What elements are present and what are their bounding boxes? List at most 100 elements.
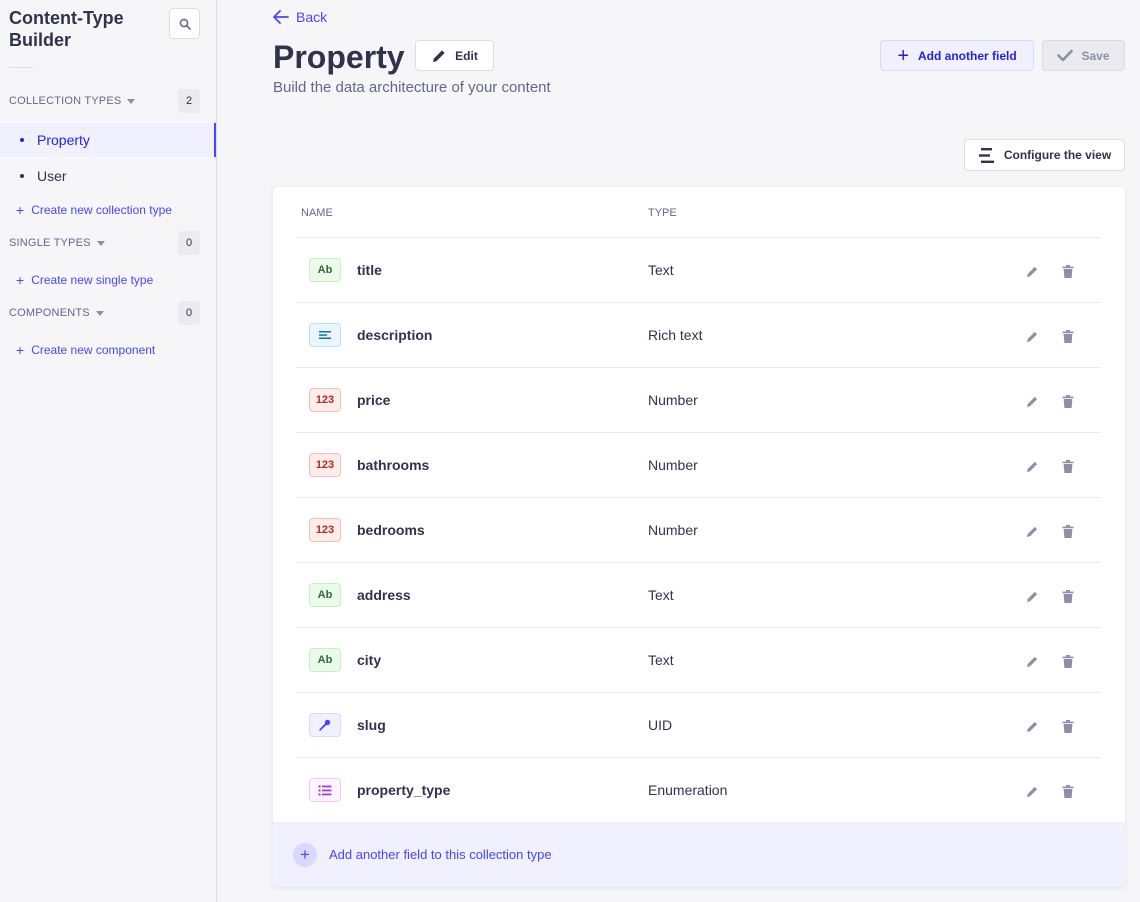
add-another-field-button[interactable]: + Add another field bbox=[880, 40, 1034, 71]
single-types-header[interactable]: SINGLE TYPES 0 bbox=[9, 231, 200, 255]
delete-field-button[interactable] bbox=[1059, 262, 1077, 280]
add-field-footer-label: Add another field to this collection typ… bbox=[329, 847, 552, 862]
list-icon bbox=[309, 778, 341, 802]
layout-icon bbox=[978, 147, 994, 163]
table-row[interactable]: description Rich text bbox=[296, 303, 1101, 368]
arrow-left-icon bbox=[273, 10, 289, 24]
save-label: Save bbox=[1081, 48, 1110, 63]
plus-icon: + bbox=[897, 44, 909, 67]
field-type: Text bbox=[648, 262, 674, 278]
pencil-icon bbox=[1026, 396, 1037, 407]
field-type: UID bbox=[648, 717, 673, 733]
delete-field-button[interactable] bbox=[1059, 327, 1077, 345]
page-title: Property bbox=[273, 39, 405, 75]
create-component-link[interactable]: + Create new component bbox=[16, 340, 155, 360]
edit-label: Edit bbox=[455, 48, 478, 63]
table-row[interactable]: slug UID bbox=[296, 693, 1101, 758]
delete-field-button[interactable] bbox=[1059, 522, 1077, 540]
delete-field-button[interactable] bbox=[1059, 717, 1077, 735]
field-name: property_type bbox=[357, 782, 451, 798]
number-field-icon: 123 bbox=[309, 388, 341, 412]
components-header[interactable]: COMPONENTS 0 bbox=[9, 301, 200, 325]
delete-field-button[interactable] bbox=[1059, 587, 1077, 605]
sidebar-item-label: Property bbox=[37, 132, 90, 148]
text-field-icon: Ab bbox=[309, 648, 341, 672]
edit-field-button[interactable] bbox=[1023, 457, 1041, 475]
create-single-type-link[interactable]: + Create new single type bbox=[16, 270, 153, 290]
table-row[interactable]: Ab city Text bbox=[296, 628, 1101, 693]
fields-table: NAME TYPE Ab title Text description Rich… bbox=[273, 187, 1125, 887]
field-name: price bbox=[357, 392, 391, 408]
trash-icon bbox=[1062, 329, 1074, 343]
table-row[interactable]: 123 price Number bbox=[296, 368, 1101, 433]
edit-field-button[interactable] bbox=[1023, 327, 1041, 345]
single-types-count: 0 bbox=[178, 231, 200, 255]
caret-down-icon bbox=[127, 98, 136, 104]
delete-field-button[interactable] bbox=[1059, 652, 1077, 670]
collection-types-label: COLLECTION TYPES bbox=[9, 95, 122, 107]
create-collection-type-label: Create new collection type bbox=[31, 203, 172, 217]
add-field-footer-button[interactable]: + Add another field to this collection t… bbox=[273, 822, 1125, 887]
pencil-icon bbox=[1026, 266, 1037, 277]
delete-field-button[interactable] bbox=[1059, 782, 1077, 800]
table-row[interactable]: 123 bedrooms Number bbox=[296, 498, 1101, 563]
pencil-icon bbox=[433, 49, 445, 62]
field-type: Text bbox=[648, 652, 674, 668]
create-collection-type-link[interactable]: + Create new collection type bbox=[16, 200, 172, 220]
trash-icon bbox=[1062, 394, 1074, 408]
edit-field-button[interactable] bbox=[1023, 652, 1041, 670]
search-icon bbox=[179, 18, 191, 30]
save-button[interactable]: Save bbox=[1042, 40, 1125, 71]
plus-icon: + bbox=[16, 342, 25, 358]
sidebar-item-property[interactable]: Property bbox=[0, 123, 216, 157]
field-type: Enumeration bbox=[648, 782, 728, 798]
bullet-icon bbox=[20, 138, 24, 142]
configure-view-label: Configure the view bbox=[1003, 148, 1112, 162]
pencil-icon bbox=[1026, 721, 1037, 732]
edit-field-button[interactable] bbox=[1023, 392, 1041, 410]
delete-field-button[interactable] bbox=[1059, 457, 1077, 475]
sidebar-search-button[interactable] bbox=[169, 8, 200, 39]
field-name: bathrooms bbox=[357, 457, 430, 473]
edit-field-button[interactable] bbox=[1023, 522, 1041, 540]
table-row[interactable]: 123 bathrooms Number bbox=[296, 433, 1101, 498]
pencil-icon bbox=[1026, 656, 1037, 667]
pencil-icon bbox=[1026, 526, 1037, 537]
plus-icon: + bbox=[16, 202, 25, 218]
edit-field-button[interactable] bbox=[1023, 717, 1041, 735]
field-name: city bbox=[357, 652, 382, 668]
components-count: 0 bbox=[178, 301, 200, 325]
pencil-icon bbox=[1026, 591, 1037, 602]
edit-field-button[interactable] bbox=[1023, 782, 1041, 800]
trash-icon bbox=[1062, 719, 1074, 733]
components-label: COMPONENTS bbox=[9, 307, 90, 319]
edit-button[interactable]: Edit bbox=[415, 40, 494, 71]
trash-icon bbox=[1062, 589, 1074, 603]
pencil-icon bbox=[1026, 786, 1037, 797]
edit-field-button[interactable] bbox=[1023, 262, 1041, 280]
caret-down-icon bbox=[96, 240, 105, 246]
sidebar-item-user[interactable]: User bbox=[0, 159, 216, 193]
edit-field-button[interactable] bbox=[1023, 587, 1041, 605]
pencil-icon bbox=[1026, 461, 1037, 472]
field-name: bedrooms bbox=[357, 522, 425, 538]
page-subtitle: Build the data architecture of your cont… bbox=[273, 79, 551, 96]
trash-icon bbox=[1062, 264, 1074, 278]
field-type: Rich text bbox=[648, 327, 703, 343]
table-row[interactable]: Ab address Text bbox=[296, 563, 1101, 628]
collection-types-header[interactable]: COLLECTION TYPES 2 bbox=[9, 89, 200, 113]
plus-circle-icon: + bbox=[293, 842, 317, 867]
caret-down-icon bbox=[95, 310, 104, 316]
field-name: address bbox=[357, 587, 411, 603]
table-row[interactable]: property_type Enumeration bbox=[296, 758, 1101, 823]
back-link[interactable]: Back bbox=[273, 8, 327, 26]
field-type: Number bbox=[648, 392, 698, 408]
pencil-icon bbox=[1026, 331, 1037, 342]
configure-view-button[interactable]: Configure the view bbox=[964, 139, 1125, 171]
table-row[interactable]: Ab title Text bbox=[296, 238, 1101, 303]
create-single-type-label: Create new single type bbox=[31, 273, 154, 287]
column-header-name: NAME bbox=[301, 207, 333, 219]
add-another-field-label: Add another field bbox=[918, 48, 1017, 63]
sidebar: Content-Type Builder COLLECTION TYPES 2 … bbox=[0, 0, 217, 902]
delete-field-button[interactable] bbox=[1059, 392, 1077, 410]
